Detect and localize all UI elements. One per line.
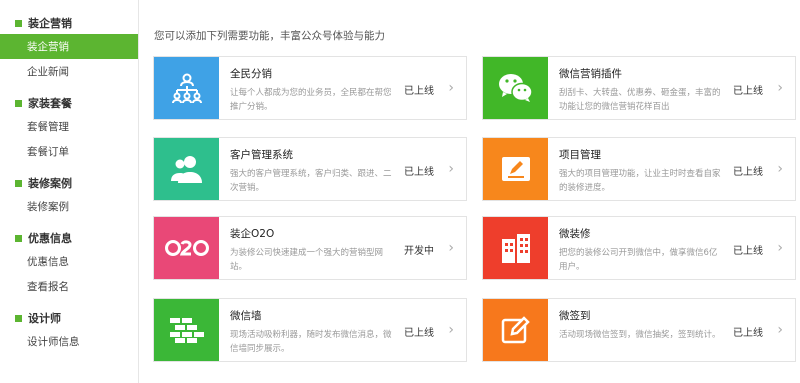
card-title: 全民分销 [230, 68, 272, 80]
chevron-right-icon: › [448, 322, 454, 338]
group-square-icon [15, 314, 22, 322]
chevron-right-icon: › [448, 161, 454, 177]
card-title: 项目管理 [559, 149, 601, 161]
feature-card-micro-renovation[interactable]: 微装修 把您的装修公司开到微信中，做享微信6亿用户。 已上线 › [482, 216, 796, 280]
sidebar-group-marketing: 装企营销 装企营销 企业新闻 [0, 12, 138, 84]
buildings-icon [483, 217, 548, 279]
sidebar-item-promotions[interactable]: 优惠信息 [0, 249, 138, 274]
sidebar-group-packages: 家装套餐 套餐管理 套餐订单 [0, 92, 138, 164]
sidebar-group-title: 家装套餐 [0, 92, 138, 114]
sidebar-item-signups[interactable]: 查看报名 [0, 274, 138, 299]
sidebar-group-promotions: 优惠信息 优惠信息 查看报名 [0, 227, 138, 299]
card-status: 已上线 [733, 167, 763, 178]
sidebar-item-marketing[interactable]: 装企营销 [0, 34, 138, 59]
intro-text: 您可以添加下列需要功能，丰富公众号体验与能力 [154, 30, 385, 42]
card-body: 微信墙 现场活动吸粉利器，随时发布微信消息，微信墙同步展示。 已上线 › [219, 299, 466, 361]
card-body: 项目管理 强大的项目管理功能，让业主时时查看自家的装修进度。 已上线 › [548, 138, 795, 200]
group-square-icon [15, 179, 22, 187]
feature-card-sign-in[interactable]: 微签到 活动现场微信签到，微信抽奖，签到统计。 已上线 › [482, 298, 796, 362]
wechat-icon [483, 57, 548, 119]
card-body: 全民分销 让每个人都成为您的业务员，全民都在帮您推广分销。 已上线 › [219, 57, 466, 119]
card-body: 微装修 把您的装修公司开到微信中，做享微信6亿用户。 已上线 › [548, 217, 795, 279]
users-icon [154, 138, 219, 200]
sidebar: 装企营销 装企营销 企业新闻 家装套餐 套餐管理 套餐订单 装修案例 装修案例 … [0, 0, 139, 383]
sidebar-group-title: 设计师 [0, 307, 138, 329]
group-square-icon [15, 99, 22, 107]
group-square-icon [15, 19, 22, 27]
feature-card-project-management[interactable]: 项目管理 强大的项目管理功能，让业主时时查看自家的装修进度。 已上线 › [482, 137, 796, 201]
sidebar-group-cases: 装修案例 装修案例 [0, 172, 138, 219]
group-square-icon [15, 234, 22, 242]
card-body: 客户管理系统 强大的客户管理系统，客户归类、跟进、二次营销。 已上线 › [219, 138, 466, 200]
card-body: 装企O2O 为装修公司快速建成一个强大的营销型网站。 开发中 › [219, 217, 466, 279]
chevron-right-icon: › [448, 80, 454, 96]
sidebar-item-package-manage[interactable]: 套餐管理 [0, 114, 138, 139]
feature-card-crm[interactable]: 客户管理系统 强大的客户管理系统，客户归类、跟进、二次营销。 已上线 › [153, 137, 467, 201]
sidebar-group-designers: 设计师 设计师信息 [0, 307, 138, 354]
edit-board-icon [483, 138, 548, 200]
card-title: 客户管理系统 [230, 149, 293, 161]
chevron-right-icon: › [777, 80, 783, 96]
card-description: 现场活动吸粉利器，随时发布微信消息，微信墙同步展示。 [230, 330, 392, 354]
card-title: 微信墙 [230, 310, 262, 322]
card-body: 微签到 活动现场微信签到，微信抽奖，签到统计。 已上线 › [548, 299, 795, 361]
card-description: 把您的装修公司开到微信中，做享微信6亿用户。 [559, 248, 718, 272]
sidebar-item-news[interactable]: 企业新闻 [0, 59, 138, 84]
card-description: 强大的客户管理系统，客户归类、跟进、二次营销。 [230, 169, 392, 193]
card-status: 已上线 [733, 246, 763, 257]
card-status: 已上线 [404, 328, 434, 339]
feature-card-distribution[interactable]: 全民分销 让每个人都成为您的业务员，全民都在帮您推广分销。 已上线 › [153, 56, 467, 120]
sidebar-group-title: 装企营销 [0, 12, 138, 34]
feature-card-wechat-wall[interactable]: 微信墙 现场活动吸粉利器，随时发布微信消息，微信墙同步展示。 已上线 › [153, 298, 467, 362]
card-status: 已上线 [404, 86, 434, 97]
sidebar-item-package-orders[interactable]: 套餐订单 [0, 139, 138, 164]
card-title: 微装修 [559, 228, 591, 240]
card-title: 微签到 [559, 310, 591, 322]
chevron-right-icon: › [777, 322, 783, 338]
chevron-right-icon: › [448, 240, 454, 256]
card-status: 已上线 [733, 328, 763, 339]
card-description: 为装修公司快速建成一个强大的营销型网站。 [230, 248, 384, 272]
sidebar-group-title: 优惠信息 [0, 227, 138, 249]
brick-wall-icon [154, 299, 219, 361]
feature-card-o2o[interactable]: 装企O2O 为装修公司快速建成一个强大的营销型网站。 开发中 › [153, 216, 467, 280]
main-content: 您可以添加下列需要功能，丰富公众号体验与能力 全民分销 让每个人都成为您的业务员… [139, 0, 800, 383]
card-status: 已上线 [733, 86, 763, 97]
chevron-right-icon: › [777, 240, 783, 256]
card-status: 已上线 [404, 167, 434, 178]
feature-card-wechat-marketing[interactable]: 微信营销插件 刮刮卡、大转盘、优惠券、砸金蛋，丰富的功能让您的微信营销花样百出 … [482, 56, 796, 120]
sidebar-item-cases[interactable]: 装修案例 [0, 194, 138, 219]
sidebar-item-designer-info[interactable]: 设计师信息 [0, 329, 138, 354]
chevron-right-icon: › [777, 161, 783, 177]
card-description: 活动现场微信签到，微信抽奖，签到统计。 [559, 330, 721, 340]
o2o-icon [154, 217, 219, 279]
sign-in-edit-icon [483, 299, 548, 361]
org-chart-icon [154, 57, 219, 119]
card-title: 微信营销插件 [559, 68, 622, 80]
sidebar-group-title: 装修案例 [0, 172, 138, 194]
card-description: 强大的项目管理功能，让业主时时查看自家的装修进度。 [559, 169, 721, 193]
card-status: 开发中 [404, 246, 434, 257]
card-title: 装企O2O [230, 228, 275, 240]
card-body: 微信营销插件 刮刮卡、大转盘、优惠券、砸金蛋，丰富的功能让您的微信营销花样百出 … [548, 57, 795, 119]
card-description: 让每个人都成为您的业务员，全民都在帮您推广分销。 [230, 88, 392, 112]
card-description: 刮刮卡、大转盘、优惠券、砸金蛋，丰富的功能让您的微信营销花样百出 [559, 88, 721, 112]
